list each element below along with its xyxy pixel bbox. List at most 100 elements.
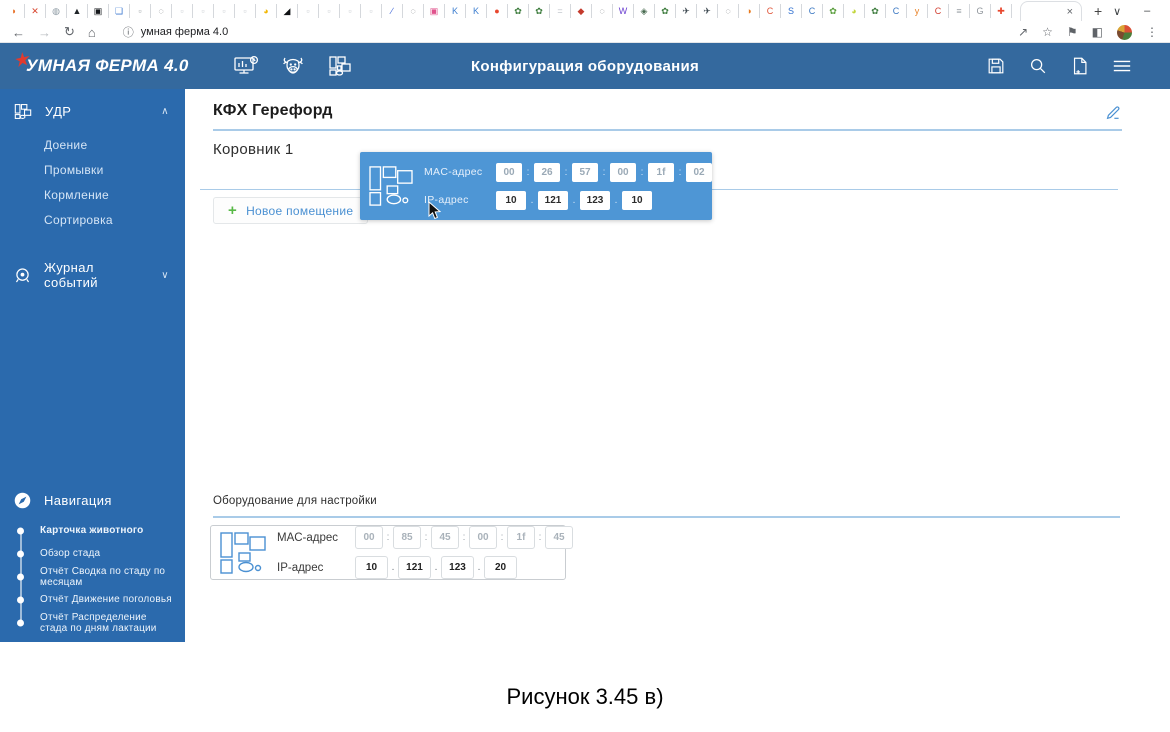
- reload-icon[interactable]: ↻: [64, 24, 75, 40]
- dashboard-icon[interactable]: [233, 54, 259, 78]
- navigation-item[interactable]: Обзор стада: [0, 542, 185, 565]
- submenu-item[interactable]: Кормление: [44, 188, 185, 202]
- pinned-tab[interactable]: ●: [487, 4, 508, 18]
- extensions-icon[interactable]: ⚑: [1067, 25, 1078, 39]
- navigation-item[interactable]: Карточка животного: [0, 519, 185, 542]
- pinned-tab[interactable]: ◍: [46, 4, 67, 18]
- pinned-tab[interactable]: ✿: [655, 4, 676, 18]
- equipment-card[interactable]: MAC-адрес :00 :85 :45 :00 :1f: [210, 525, 573, 580]
- mac-octet-input[interactable]: 57: [572, 162, 598, 182]
- ip-octet-input[interactable]: 121: [538, 190, 568, 210]
- mac-octet-input[interactable]: 00: [355, 526, 383, 549]
- minimize-icon[interactable]: –: [1132, 5, 1162, 17]
- mac-octet-input[interactable]: 00: [610, 162, 636, 182]
- mac-octet-input[interactable]: 85: [393, 526, 421, 549]
- pinned-tab[interactable]: ◌: [151, 4, 172, 18]
- pinned-tab[interactable]: ▫: [319, 4, 340, 18]
- mac-octet-input[interactable]: 45: [545, 526, 573, 549]
- navigation-item[interactable]: Отчёт Движение поголовья: [0, 588, 185, 611]
- pinned-tab[interactable]: ◌: [403, 4, 424, 18]
- pinned-tab[interactable]: ◕: [844, 4, 865, 18]
- equipment-config-icon[interactable]: [327, 54, 353, 78]
- home-icon[interactable]: ⌂: [88, 25, 96, 40]
- ip-octet-input[interactable]: 10: [622, 190, 652, 210]
- navigation-item[interactable]: Отчёт Сводка по стаду по месяцам: [0, 565, 185, 588]
- pinned-tab[interactable]: ▫: [193, 4, 214, 18]
- pinned-tab[interactable]: ▣: [88, 4, 109, 18]
- pinned-tab[interactable]: ▫: [235, 4, 256, 18]
- pinned-tab[interactable]: ◕: [256, 4, 277, 18]
- pinned-tab[interactable]: G: [970, 4, 991, 18]
- pinned-tab[interactable]: ◗: [4, 4, 25, 18]
- browser-menu-icon[interactable]: ⋮: [1146, 25, 1158, 39]
- pinned-tab[interactable]: ❏: [109, 4, 130, 18]
- mac-octet-input[interactable]: 45: [431, 526, 459, 549]
- menu-hamburger-icon[interactable]: [1112, 57, 1132, 75]
- pinned-tab[interactable]: ▫: [130, 4, 151, 18]
- share-icon[interactable]: ↗: [1018, 25, 1028, 39]
- pinned-tab[interactable]: ◈: [634, 4, 655, 18]
- pinned-tab[interactable]: C: [886, 4, 907, 18]
- save-icon[interactable]: [986, 56, 1006, 76]
- ip-octet-input[interactable]: 10: [496, 190, 526, 210]
- pinned-tab[interactable]: ◆: [571, 4, 592, 18]
- back-icon[interactable]: ←: [12, 25, 25, 40]
- pinned-tab[interactable]: ✿: [508, 4, 529, 18]
- page-info-icon[interactable]: ⓘ: [123, 24, 134, 40]
- side-panel-icon[interactable]: ◧: [1092, 25, 1103, 39]
- new-tab-button[interactable]: +: [1094, 3, 1102, 19]
- active-tab[interactable]: ×: [1020, 1, 1082, 21]
- pinned-tab[interactable]: ✿: [823, 4, 844, 18]
- sidebar-item-udr[interactable]: УДР ∧: [0, 89, 185, 130]
- search-icon[interactable]: [1028, 56, 1048, 76]
- pinned-tab[interactable]: ✕: [25, 4, 46, 18]
- tab-search-chevron-icon[interactable]: ∨: [1102, 5, 1132, 18]
- pinned-tab[interactable]: ◑: [739, 4, 760, 18]
- pinned-tab[interactable]: =: [550, 4, 571, 18]
- new-room-button[interactable]: + Новое помещение: [213, 197, 369, 224]
- pinned-tab[interactable]: K: [466, 4, 487, 18]
- bookmark-star-icon[interactable]: ☆: [1042, 25, 1053, 39]
- tab-close-icon[interactable]: ×: [1067, 6, 1073, 18]
- pinned-tab[interactable]: ✚: [991, 4, 1012, 18]
- maximize-icon[interactable]: ▢: [1162, 5, 1170, 18]
- chevron-down-icon[interactable]: ∨: [161, 270, 169, 281]
- ip-octet-input[interactable]: 123: [580, 190, 610, 210]
- ip-octet-input[interactable]: 121: [398, 556, 431, 579]
- edit-pencil-icon[interactable]: [1105, 103, 1122, 120]
- url-field[interactable]: ⓘ умная ферма 4.0: [123, 24, 228, 40]
- mac-octet-input[interactable]: 1f: [648, 162, 674, 182]
- ip-octet-input[interactable]: 10: [355, 556, 388, 579]
- app-logo[interactable]: ★ УМНАЯ ФЕРМА 4.0: [0, 48, 189, 76]
- mac-octet-input[interactable]: 02: [686, 162, 712, 182]
- pinned-tab[interactable]: ▫: [172, 4, 193, 18]
- pinned-tab[interactable]: ▲: [67, 4, 88, 18]
- pinned-tab[interactable]: y: [907, 4, 928, 18]
- submenu-item[interactable]: Доение: [44, 138, 185, 152]
- pinned-tab[interactable]: ∕: [382, 4, 403, 18]
- pinned-tab[interactable]: C: [928, 4, 949, 18]
- pinned-tab[interactable]: ✿: [529, 4, 550, 18]
- chevron-up-icon[interactable]: ∧: [161, 106, 169, 117]
- pinned-tab[interactable]: S: [781, 4, 802, 18]
- pinned-tab[interactable]: ≡: [949, 4, 970, 18]
- submenu-item[interactable]: Сортировка: [44, 213, 185, 227]
- pinned-tab[interactable]: ✈: [697, 4, 718, 18]
- navigation-item[interactable]: Отчёт Распределение стада по дням лактац…: [0, 611, 185, 634]
- mac-octet-input[interactable]: 26: [534, 162, 560, 182]
- new-document-icon[interactable]: [1070, 56, 1090, 76]
- pinned-tab[interactable]: C: [760, 4, 781, 18]
- submenu-item[interactable]: Промывки: [44, 163, 185, 177]
- sidebar-item-events[interactable]: Журнал событий ∨: [0, 247, 185, 299]
- pinned-tab[interactable]: ▣: [424, 4, 445, 18]
- pinned-tab[interactable]: W: [613, 4, 634, 18]
- profile-avatar[interactable]: [1117, 24, 1132, 40]
- ip-octet-input[interactable]: 123: [441, 556, 474, 579]
- pinned-tab[interactable]: ◢: [277, 4, 298, 18]
- pinned-tab[interactable]: ▫: [361, 4, 382, 18]
- mac-octet-input[interactable]: 00: [496, 162, 522, 182]
- pinned-tab[interactable]: ▫: [214, 4, 235, 18]
- pinned-tab[interactable]: ✈: [676, 4, 697, 18]
- pinned-tab[interactable]: ✿: [865, 4, 886, 18]
- pinned-tab[interactable]: C: [802, 4, 823, 18]
